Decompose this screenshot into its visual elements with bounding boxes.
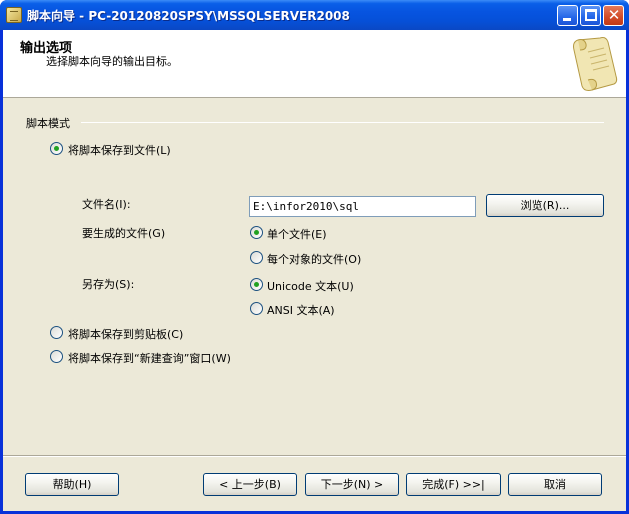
radio-save-to-new-query[interactable]	[50, 350, 63, 363]
radio-file-per-object[interactable]	[250, 251, 263, 264]
label-file-per-object[interactable]: 每个对象的文件(O)	[267, 251, 361, 267]
radio-ansi-text[interactable]	[250, 302, 263, 315]
script-icon	[6, 7, 22, 23]
label-files-to-generate: 要生成的文件(G)	[82, 227, 166, 240]
scroll-icon	[573, 37, 618, 91]
group-label-script-mode: 脚本模式	[26, 117, 70, 130]
window-title: 脚本向导 - PC-20120820SPSY\MSSQLSERVER2008	[27, 9, 350, 23]
file-name-input[interactable]: E:\infor2010\sql	[249, 196, 476, 217]
label-file-name: 文件名(I):	[82, 198, 131, 211]
prev-button[interactable]: < 上一步(B)	[203, 473, 297, 496]
cancel-button[interactable]: 取消	[508, 473, 602, 496]
label-save-to-file[interactable]: 将脚本保存到文件(L)	[68, 142, 171, 158]
radio-save-to-file[interactable]	[50, 142, 63, 155]
wizard-header: 输出选项 选择脚本向导的输出目标。	[3, 30, 626, 98]
next-button[interactable]: 下一步(N) >	[305, 473, 399, 496]
dialog-client: 输出选项 选择脚本向导的输出目标。 脚本模式 将脚本保存到文件(L) 文件名(I…	[3, 30, 626, 511]
wizard-window: 脚本向导 - PC-20120820SPSY\MSSQLSERVER2008 ✕…	[0, 0, 629, 514]
minimize-icon	[563, 18, 571, 21]
maximize-icon	[585, 9, 597, 21]
close-button[interactable]: ✕	[603, 5, 624, 26]
page-subtitle: 选择脚本向导的输出目标。	[46, 55, 178, 68]
radio-single-file[interactable]	[250, 226, 263, 239]
radio-unicode-text[interactable]	[250, 278, 263, 291]
label-single-file[interactable]: 单个文件(E)	[267, 226, 327, 242]
label-ansi-text[interactable]: ANSI 文本(A)	[267, 302, 335, 318]
help-button[interactable]: 帮助(H)	[25, 473, 119, 496]
label-unicode-text[interactable]: Unicode 文本(U)	[267, 278, 354, 294]
label-save-to-new-query[interactable]: 将脚本保存到“新建查询”窗口(W)	[68, 350, 231, 366]
finish-button[interactable]: 完成(F) >>|	[406, 473, 501, 496]
close-icon: ✕	[607, 6, 621, 24]
radio-save-to-clipboard[interactable]	[50, 326, 63, 339]
label-save-as: 另存为(S):	[82, 278, 135, 291]
footer-divider	[3, 455, 626, 457]
options-panel: 脚本模式 将脚本保存到文件(L) 文件名(I): E:\infor2010\sq…	[3, 100, 626, 455]
browse-button[interactable]: 浏览(R)...	[486, 194, 604, 217]
title-bar[interactable]: 脚本向导 - PC-20120820SPSY\MSSQLSERVER2008 ✕	[0, 0, 629, 30]
minimize-button[interactable]	[557, 5, 578, 26]
label-save-to-clipboard[interactable]: 将脚本保存到剪贴板(C)	[68, 326, 183, 342]
maximize-button[interactable]	[580, 5, 601, 26]
group-divider	[81, 122, 604, 123]
